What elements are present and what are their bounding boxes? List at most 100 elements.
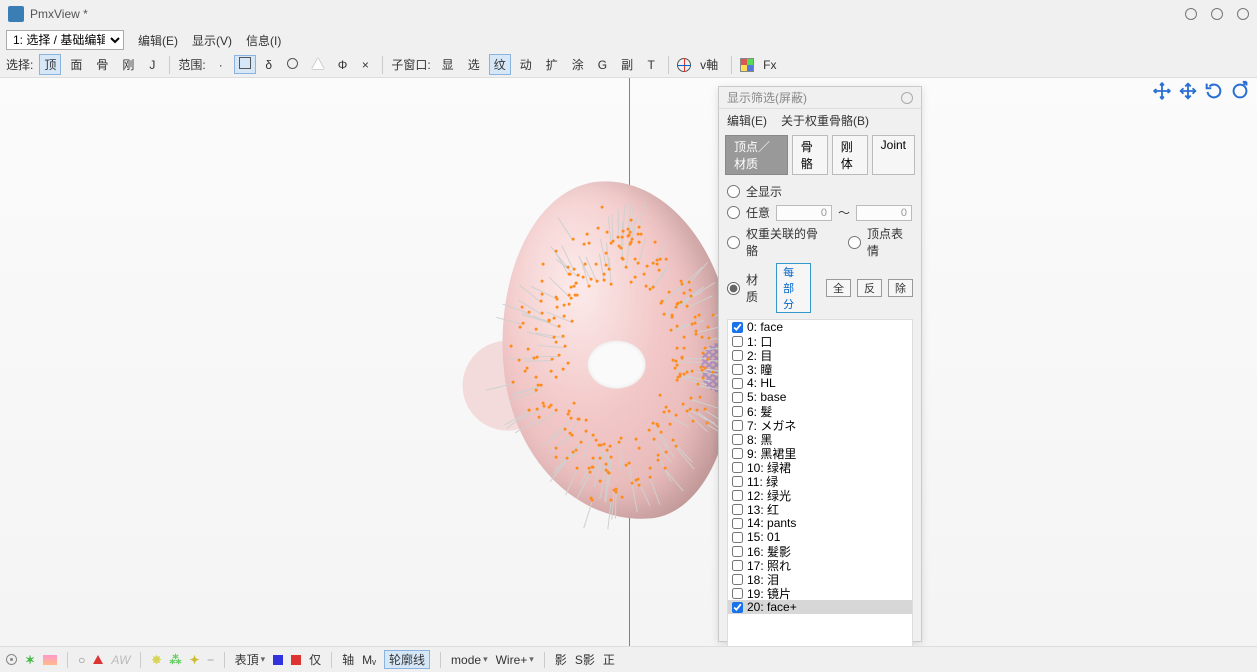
minimize-button[interactable] — [1185, 8, 1197, 20]
select-joint-button[interactable]: J — [143, 56, 161, 74]
rotate-gizmo-icon[interactable] — [1203, 80, 1225, 102]
status-orange-icon[interactable] — [43, 655, 57, 665]
material-checkbox[interactable] — [732, 504, 743, 515]
vaxis-button[interactable]: v軸 — [695, 54, 723, 75]
range-rect-button[interactable] — [234, 55, 256, 74]
material-checkbox[interactable] — [732, 574, 743, 585]
material-checkbox[interactable] — [732, 406, 743, 417]
list-item[interactable]: 20: face+ — [728, 600, 912, 614]
mode-dropdown[interactable]: 1: 选择 / 基础编辑 — [6, 30, 124, 50]
close-button[interactable] — [1237, 8, 1249, 20]
radio-all[interactable] — [727, 185, 740, 198]
list-item[interactable]: 4: HL — [728, 376, 912, 390]
material-checkbox[interactable] — [732, 532, 743, 543]
panel-menu-edit[interactable]: 编辑(E) — [727, 112, 767, 129]
status-green-icon[interactable]: ✶ — [25, 653, 35, 667]
material-checkbox[interactable] — [732, 434, 743, 445]
radio-material[interactable] — [727, 282, 740, 295]
status-blue-square[interactable] — [273, 655, 283, 665]
morph-dropdown[interactable]: 表頂 — [235, 651, 266, 668]
move-gizmo-icon[interactable] — [1151, 80, 1173, 102]
remove-button[interactable]: 除 — [888, 279, 913, 297]
material-checkbox[interactable] — [732, 336, 743, 347]
panel-menu-about[interactable]: 关于权重骨骼(B) — [781, 112, 869, 129]
m-button[interactable]: Mᵥ — [362, 653, 376, 667]
range-phi-button[interactable]: Φ — [333, 56, 353, 74]
axis-button[interactable]: 轴 — [342, 651, 354, 668]
tab-vert-material[interactable]: 顶点／材质 — [725, 135, 788, 175]
scale-gizmo-icon[interactable] — [1229, 80, 1251, 102]
sub-g-button[interactable]: G — [593, 56, 612, 74]
material-list[interactable]: 0: face1: 口2: 目3: 瞳4: HL5: base6: 髮7: メガ… — [727, 319, 913, 649]
tab-bone[interactable]: 骨骼 — [792, 135, 828, 175]
axis-icon[interactable] — [677, 58, 691, 72]
material-checkbox[interactable] — [732, 392, 743, 403]
material-checkbox[interactable] — [732, 322, 743, 333]
range-tri-button[interactable] — [307, 56, 329, 74]
status-dot-icon[interactable] — [6, 654, 17, 665]
viewport[interactable] — [0, 78, 1257, 646]
material-checkbox[interactable] — [732, 490, 743, 501]
status-circle-icon[interactable]: ○ — [78, 653, 85, 667]
each-part-button[interactable]: 每部分 — [776, 263, 811, 313]
any-min-input[interactable]: 0 — [776, 205, 832, 221]
material-checkbox[interactable] — [732, 420, 743, 431]
material-checkbox[interactable] — [732, 588, 743, 599]
sub-exp-button[interactable]: 扩 — [541, 54, 563, 75]
range-delta-button[interactable]: δ — [260, 56, 278, 74]
material-checkbox[interactable] — [732, 518, 743, 529]
invert-button[interactable]: 反 — [857, 279, 882, 297]
any-max-input[interactable]: 0 — [856, 205, 912, 221]
status-joint1-icon[interactable]: ✸ — [151, 653, 161, 667]
material-checkbox[interactable] — [732, 364, 743, 375]
maximize-button[interactable] — [1211, 8, 1223, 20]
select-face-button[interactable]: 面 — [65, 54, 87, 75]
all-button[interactable]: 全 — [826, 279, 851, 297]
ortho-button[interactable]: 正 — [603, 651, 615, 668]
sub-sub-button[interactable]: 副 — [616, 54, 638, 75]
list-item[interactable]: 3: 瞳 — [728, 362, 912, 376]
sub-paint-button[interactable]: 涂 — [567, 54, 589, 75]
sub-move-button[interactable]: 动 — [515, 54, 537, 75]
material-checkbox[interactable] — [732, 448, 743, 459]
menu-edit[interactable]: 编辑(E) — [138, 32, 178, 49]
material-checkbox[interactable] — [732, 378, 743, 389]
shadow-button[interactable]: 影 — [555, 651, 567, 668]
tab-joint[interactable]: Joint — [872, 135, 915, 175]
panel-close-button[interactable] — [901, 92, 913, 104]
move-axis-gizmo-icon[interactable] — [1177, 80, 1199, 102]
status-red-square[interactable] — [291, 655, 301, 665]
material-checkbox[interactable] — [732, 462, 743, 473]
select-rigid-button[interactable]: 刚 — [117, 54, 139, 75]
wire-dropdown[interactable]: Wire+ — [496, 653, 534, 667]
list-item[interactable]: 13: 红 — [728, 502, 912, 516]
sub-show-button[interactable]: 显 — [437, 54, 459, 75]
material-checkbox[interactable] — [732, 560, 743, 571]
radio-weight-bone[interactable] — [727, 236, 740, 249]
sub-wire-button[interactable]: 纹 — [489, 54, 511, 75]
panel-titlebar[interactable]: 显示筛选(屏蔽) — [719, 87, 921, 109]
range-point-button[interactable]: · — [212, 56, 230, 74]
display-filter-panel[interactable]: 显示筛选(屏蔽) 编辑(E) 关于权重骨骼(B) 顶点／材质 骨骼 刚体 Joi… — [718, 86, 922, 642]
status-lock-icon[interactable]: ⎯ — [208, 652, 214, 667]
radio-vert-morph[interactable] — [848, 236, 861, 249]
material-checkbox[interactable] — [732, 476, 743, 487]
fx-button[interactable]: Fx — [758, 56, 781, 74]
material-checkbox[interactable] — [732, 350, 743, 361]
status-aw-icon[interactable]: AW — [111, 653, 130, 667]
range-clear-button[interactable]: × — [356, 56, 374, 74]
radio-any[interactable] — [727, 206, 740, 219]
sub-sel-button[interactable]: 选 — [463, 54, 485, 75]
grid-icon[interactable] — [740, 58, 754, 72]
select-bone-button[interactable]: 骨 — [91, 54, 113, 75]
status-joint2-icon[interactable]: ⁂ — [170, 653, 182, 667]
menu-info[interactable]: 信息(I) — [246, 32, 281, 49]
material-checkbox[interactable] — [732, 602, 743, 613]
mode-dropdown-status[interactable]: mode — [451, 653, 488, 667]
sub-t-button[interactable]: T — [642, 56, 660, 74]
range-circle-button[interactable] — [282, 56, 303, 74]
select-vert-button[interactable]: 顶 — [39, 54, 61, 75]
menu-view[interactable]: 显示(V) — [192, 32, 232, 49]
list-item[interactable]: 19: 镜片 — [728, 586, 912, 600]
outline-button[interactable]: 轮廓线 — [384, 650, 430, 669]
